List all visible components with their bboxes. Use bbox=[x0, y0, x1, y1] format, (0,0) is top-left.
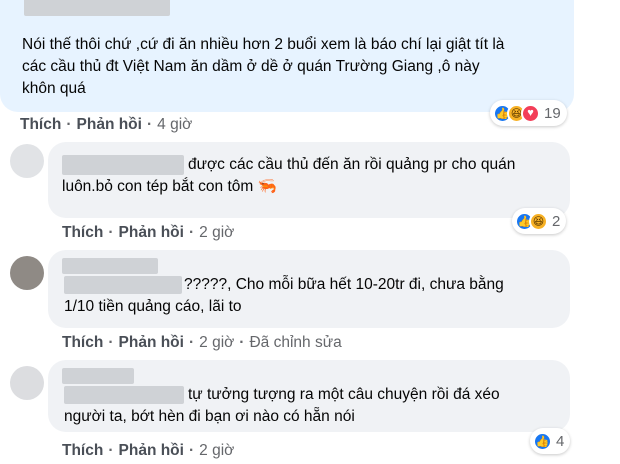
edited-label[interactable]: Đã chỉnh sửa bbox=[249, 334, 341, 351]
comment-bubble-main: Nói thế thôi chứ ,cứ đi ăn nhiều hơn 2 b… bbox=[0, 0, 574, 112]
reply-button[interactable]: Phản hồi bbox=[119, 442, 184, 459]
comment-text-line: tự tưởng tượng ra một câu chuyện rồi đá … bbox=[188, 386, 500, 403]
reaction-summary[interactable]: 👍 4 bbox=[530, 428, 571, 454]
comment-actions: Thích · Phản hồi · 4 giờ bbox=[20, 116, 193, 133]
comment-text-line: được các cầu thủ đến ăn rồi quảng pr cho… bbox=[188, 156, 516, 173]
comment-bubble: tự tưởng tượng ra một câu chuyện rồi đá … bbox=[48, 360, 570, 432]
commenter-tag-blurred[interactable] bbox=[64, 275, 182, 294]
like-button[interactable]: Thích bbox=[62, 224, 103, 241]
commenter-name-blurred[interactable] bbox=[24, 0, 170, 16]
comment-text-line: người ta, bớt hèn đi bạn ơi nào có hẵn n… bbox=[64, 408, 355, 425]
commenter-tag-blurred[interactable] bbox=[64, 385, 184, 404]
comment-actions: Thích · Phản hồi · 2 giờ bbox=[62, 442, 235, 459]
comment-text-line: ?????, Cho mỗi bữa hết 10-20tr đi, chưa … bbox=[184, 276, 504, 293]
reaction-summary[interactable]: 👍 😆 2 bbox=[512, 208, 567, 234]
comment-time[interactable]: 2 giờ bbox=[199, 442, 234, 459]
commenter-name-blurred[interactable] bbox=[62, 258, 158, 274]
commenter-name-blurred[interactable] bbox=[62, 154, 184, 175]
comment-text-line: các cầu thủ đt Việt Nam ăn dầm ở dề ở qu… bbox=[22, 58, 480, 75]
like-button[interactable]: Thích bbox=[20, 116, 61, 133]
comment-actions: Thích · Phản hồi · 2 giờ · Đã chỉnh sửa bbox=[62, 334, 342, 351]
reaction-count: 19 bbox=[544, 104, 561, 122]
reply-button[interactable]: Phản hồi bbox=[77, 116, 142, 133]
reaction-count: 4 bbox=[556, 432, 565, 450]
comment-text-line: Nói thế thôi chứ ,cứ đi ăn nhiều hơn 2 b… bbox=[22, 36, 505, 53]
like-button[interactable]: Thích bbox=[62, 442, 103, 459]
like-icon: 👍 bbox=[533, 431, 552, 451]
avatar[interactable] bbox=[10, 256, 44, 290]
avatar[interactable] bbox=[10, 366, 44, 400]
commenter-name-blurred[interactable] bbox=[62, 368, 134, 384]
avatar[interactable] bbox=[10, 144, 44, 178]
comment-time[interactable]: 2 giờ bbox=[199, 224, 234, 241]
reaction-count: 2 bbox=[552, 212, 561, 230]
comment-time[interactable]: 4 giờ bbox=[157, 116, 192, 133]
comment-text-line: khôn quá bbox=[22, 80, 86, 97]
reply-button[interactable]: Phản hồi bbox=[119, 224, 184, 241]
reaction-summary[interactable]: 👍 😆 ♥ 19 bbox=[490, 100, 567, 126]
reply-button[interactable]: Phản hồi bbox=[119, 334, 184, 351]
comment-text-line: luôn.bỏ con tép bắt con tôm 🦐 bbox=[62, 178, 277, 195]
comment-actions: Thích · Phản hồi · 2 giờ bbox=[62, 224, 235, 241]
haha-icon: 😆 bbox=[529, 211, 548, 231]
love-icon: ♥ bbox=[521, 103, 540, 123]
like-button[interactable]: Thích bbox=[62, 334, 103, 351]
comment-bubble: ?????, Cho mỗi bữa hết 10-20tr đi, chưa … bbox=[48, 250, 570, 328]
comment-time[interactable]: 2 giờ bbox=[199, 334, 234, 351]
comment-bubble: được các cầu thủ đến ăn rồi quảng pr cho… bbox=[48, 142, 570, 218]
comment-text-line: 1/10 tiền quảng cáo, lãi to bbox=[64, 298, 242, 315]
